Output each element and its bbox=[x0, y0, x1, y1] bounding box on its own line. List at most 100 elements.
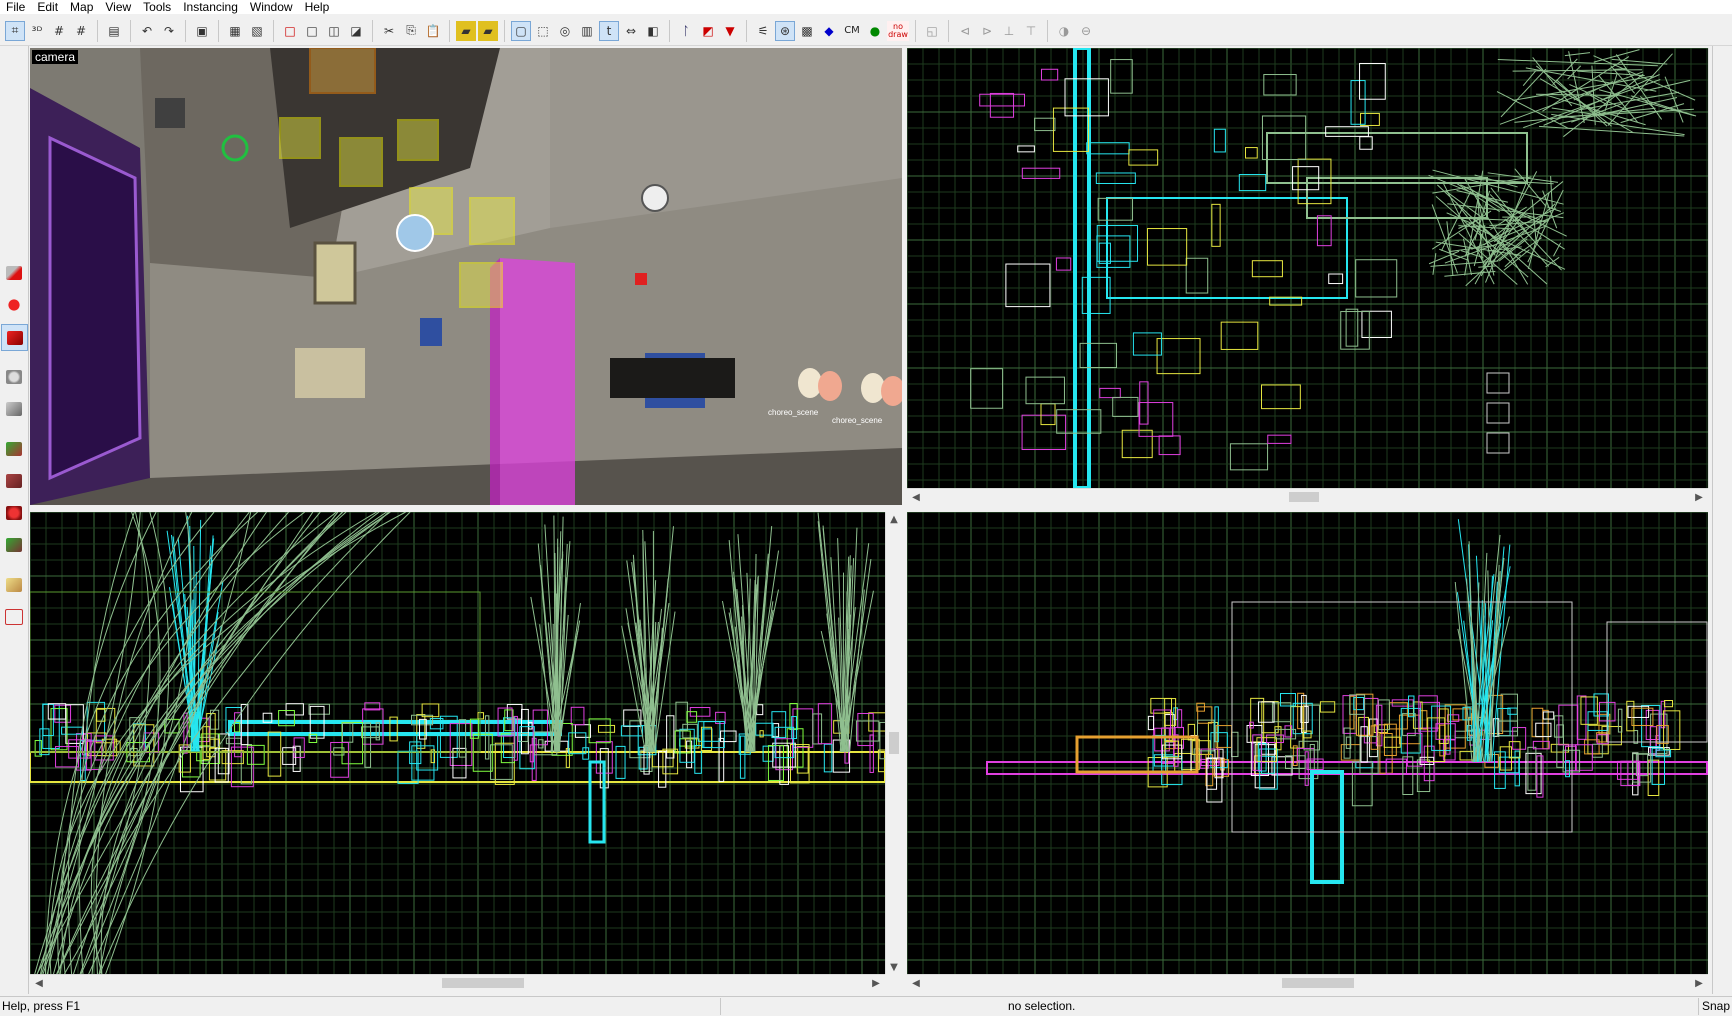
flip-horizontal-icon[interactable]: ⇔ bbox=[621, 21, 641, 41]
group-icon[interactable]: ▦ bbox=[225, 21, 245, 41]
apply-texture-icon[interactable] bbox=[1, 468, 26, 493]
align-left-icon[interactable]: ◱ bbox=[922, 21, 942, 41]
toolbar-separator bbox=[948, 20, 949, 42]
scroll-right-arrow-icon[interactable]: ▶ bbox=[1692, 975, 1706, 991]
3d-textured-icon[interactable]: ◆ bbox=[819, 21, 839, 41]
scrollbar-thumb[interactable] bbox=[1289, 492, 1319, 502]
scroll-left-arrow-icon[interactable]: ◀ bbox=[909, 489, 923, 505]
camera-viewport[interactable]: camera choreo_scene choreo_scene bbox=[30, 48, 902, 505]
scroll-left-arrow-icon[interactable]: ◀ bbox=[32, 975, 46, 991]
undo-icon[interactable]: ↶ bbox=[137, 21, 157, 41]
entity-tool-icon[interactable] bbox=[1, 364, 26, 389]
toolbar-separator bbox=[218, 20, 219, 42]
menu-tools[interactable]: Tools bbox=[137, 0, 177, 14]
decal-tool-icon[interactable] bbox=[1, 500, 26, 525]
vertex-tool-icon[interactable] bbox=[1, 604, 26, 629]
side-viewport-hscrollbar[interactable]: ◀ ▶ bbox=[907, 974, 1708, 991]
toggle-visgroup-icon[interactable]: ◪ bbox=[346, 21, 366, 41]
align-right-icon[interactable]: ⊲ bbox=[955, 21, 975, 41]
scrollbar-thumb[interactable] bbox=[889, 732, 899, 754]
toolbar-separator bbox=[185, 20, 186, 42]
flip-vertical-icon[interactable]: ◧ bbox=[643, 21, 663, 41]
scrollbar-thumb[interactable] bbox=[442, 978, 524, 988]
selection-tool-icon[interactable]: ▢ bbox=[511, 21, 531, 41]
paste-icon[interactable]: 📋 bbox=[423, 21, 443, 41]
choreo-scene-label: choreo_scene bbox=[832, 416, 882, 425]
select-by-handles-icon[interactable]: ⬚ bbox=[533, 21, 553, 41]
run-map-icon[interactable]: ▼ bbox=[720, 21, 740, 41]
side-2d-viewport[interactable] bbox=[907, 512, 1708, 974]
texture-application-icon[interactable]: t bbox=[599, 21, 619, 41]
texture-scale-lock-icon[interactable]: ▰ bbox=[478, 21, 498, 41]
front-2d-viewport[interactable] bbox=[30, 512, 885, 974]
3d-wireframe-icon[interactable]: ⊛ bbox=[775, 21, 795, 41]
front-viewport-hscrollbar[interactable]: ◀ ▶ bbox=[30, 974, 885, 991]
scrollbar-thumb[interactable] bbox=[1282, 978, 1354, 988]
magnify-tool-icon[interactable] bbox=[1, 292, 26, 317]
scroll-down-arrow-icon[interactable]: ▼ bbox=[886, 960, 902, 974]
redo-icon[interactable]: ↷ bbox=[159, 21, 179, 41]
camera-viewport-label: camera bbox=[32, 50, 78, 64]
compile-icon[interactable]: ᛚ bbox=[676, 21, 696, 41]
texture-lock-icon[interactable]: ▰ bbox=[456, 21, 476, 41]
menu-edit[interactable]: Edit bbox=[31, 0, 64, 14]
right-dock-edge bbox=[1712, 46, 1732, 994]
align-bottom-icon[interactable]: ⊥ bbox=[999, 21, 1019, 41]
scroll-up-arrow-icon[interactable]: ▲ bbox=[886, 512, 902, 526]
nodraw-toggle-button[interactable]: no draw bbox=[887, 21, 909, 41]
entity-report-icon[interactable]: ▤ bbox=[104, 21, 124, 41]
hide-selected-icon[interactable]: □ bbox=[280, 21, 300, 41]
smoothing-groups-icon[interactable]: ⚟ bbox=[753, 21, 773, 41]
top-viewport-hscrollbar[interactable]: ◀ ▶ bbox=[907, 488, 1708, 505]
cubemap-toggle-button[interactable]: CM bbox=[841, 21, 863, 41]
3d-grid-icon[interactable]: ³ᴰ bbox=[27, 21, 47, 41]
menu-help[interactable]: Help bbox=[299, 0, 336, 14]
scroll-right-arrow-icon[interactable]: ▶ bbox=[869, 975, 883, 991]
hide-unselected-icon[interactable]: □ bbox=[302, 21, 322, 41]
scroll-left-arrow-icon[interactable]: ◀ bbox=[909, 975, 923, 991]
camera-tool-icon[interactable] bbox=[1, 324, 28, 351]
block-tool-icon[interactable] bbox=[1, 396, 26, 421]
selection-tool-icon[interactable] bbox=[1, 260, 26, 285]
flip-y-icon[interactable]: ⊖ bbox=[1076, 21, 1096, 41]
copy-icon[interactable]: ⎘ bbox=[401, 21, 421, 41]
status-divider bbox=[1698, 998, 1699, 1015]
wireframe-grid bbox=[907, 512, 1708, 974]
align-center-icon[interactable]: ⊤ bbox=[1021, 21, 1041, 41]
toolbar-separator bbox=[504, 20, 505, 42]
ignore-groups-icon[interactable]: ▥ bbox=[577, 21, 597, 41]
3d-flat-icon[interactable]: ▩ bbox=[797, 21, 817, 41]
carve-icon[interactable]: ▣ bbox=[192, 21, 212, 41]
unhide-icon[interactable]: ◫ bbox=[324, 21, 344, 41]
flip-x-icon[interactable]: ◑ bbox=[1054, 21, 1074, 41]
menu-window[interactable]: Window bbox=[244, 0, 299, 14]
texture-tool-icon[interactable] bbox=[1, 436, 26, 461]
grid-larger-icon[interactable]: # bbox=[71, 21, 91, 41]
status-divider bbox=[720, 998, 721, 1015]
toolbar-separator bbox=[273, 20, 274, 42]
cut-icon[interactable]: ✂ bbox=[379, 21, 399, 41]
scroll-right-arrow-icon[interactable]: ▶ bbox=[1692, 489, 1706, 505]
map-check-icon[interactable]: ◩ bbox=[698, 21, 718, 41]
menu-file[interactable]: File bbox=[0, 0, 31, 14]
overlay-tool-icon[interactable] bbox=[1, 532, 26, 557]
menu-map[interactable]: Map bbox=[64, 0, 99, 14]
center-handles-icon[interactable]: ◎ bbox=[555, 21, 575, 41]
ungroup-icon[interactable]: ▧ bbox=[247, 21, 267, 41]
top-2d-viewport[interactable] bbox=[907, 48, 1708, 488]
grid-smaller-icon[interactable]: # bbox=[49, 21, 69, 41]
toolbar-separator bbox=[669, 20, 670, 42]
menu-instancing[interactable]: Instancing bbox=[177, 0, 244, 14]
align-top-icon[interactable]: ⊳ bbox=[977, 21, 997, 41]
toolbar-separator bbox=[130, 20, 131, 42]
toolbar-separator bbox=[746, 20, 747, 42]
toolbar-separator bbox=[449, 20, 450, 42]
front-viewport-vscrollbar[interactable]: ▲ ▼ bbox=[885, 512, 902, 974]
clipping-tool-icon[interactable] bbox=[1, 572, 26, 597]
menu-view[interactable]: View bbox=[99, 0, 137, 14]
status-selection-text: no selection. bbox=[1008, 999, 1075, 1013]
camera-scene bbox=[30, 48, 902, 505]
displacement-icon[interactable]: ● bbox=[865, 21, 885, 41]
grid-toggle-icon[interactable]: ⌗ bbox=[5, 21, 25, 41]
toolbar-separator bbox=[915, 20, 916, 42]
